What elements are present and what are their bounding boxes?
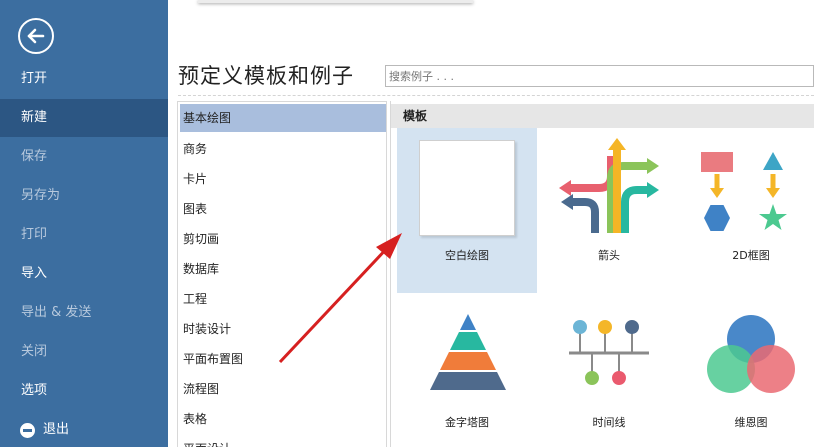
template-blank-drawing[interactable]: 空白绘图	[397, 128, 537, 293]
pyramid-icon	[430, 314, 506, 390]
sidebar-item-exit-label: 退出	[43, 422, 70, 437]
divider	[178, 95, 814, 96]
venn-icon	[707, 315, 795, 393]
sidebar-item-import[interactable]: 导入	[0, 255, 168, 293]
category-item-card[interactable]: 卡片	[180, 165, 386, 193]
sidebar-item-save-as[interactable]: 另存为	[0, 177, 168, 215]
category-item-chart[interactable]: 图表	[180, 195, 386, 223]
category-item-graphic-design[interactable]: 平面设计	[180, 435, 386, 447]
template-label: 维恩图	[734, 416, 768, 429]
sidebar-item-export-send[interactable]: 导出 & 发送	[0, 294, 168, 332]
backstage-sidebar: 打开 新建 保存 另存为 打印 导入 导出 & 发送 关闭 选项 退出	[0, 0, 168, 447]
template-label: 2D框图	[732, 249, 770, 262]
arrows-icon	[559, 138, 659, 233]
template-venn[interactable]: 维恩图	[681, 298, 814, 447]
category-item-flowchart[interactable]: 流程图	[180, 375, 386, 403]
sidebar-item-close[interactable]: 关闭	[0, 333, 168, 371]
templates-panel: 模板 空白绘图 箭头 2D框图 金字塔图 时间线 维恩图	[390, 101, 814, 447]
templates-header: 模板	[391, 104, 814, 128]
template-label: 金字塔图	[445, 416, 489, 429]
exit-icon	[20, 423, 35, 438]
category-item-business[interactable]: 商务	[180, 135, 386, 163]
template-label: 时间线	[592, 416, 626, 429]
template-pyramid[interactable]: 金字塔图	[397, 298, 537, 447]
search-input[interactable]	[385, 65, 814, 87]
category-item-basic-drawing[interactable]: 基本绘图	[180, 104, 386, 132]
sidebar-item-new[interactable]: 新建	[0, 99, 168, 137]
template-2d-block[interactable]: 2D框图	[681, 128, 814, 293]
blank-page-icon	[419, 140, 515, 236]
annotation-arrow-icon	[278, 233, 402, 364]
template-arrows[interactable]: 箭头	[539, 128, 679, 293]
timeline-icon	[569, 320, 649, 385]
sidebar-item-exit[interactable]: 退出	[0, 411, 168, 447]
template-label: 空白绘图	[445, 249, 489, 262]
page-title: 预定义模板和例子	[178, 64, 354, 88]
back-arrow-icon[interactable]	[18, 18, 54, 54]
sidebar-item-print[interactable]: 打印	[0, 216, 168, 254]
sidebar-item-options[interactable]: 选项	[0, 372, 168, 410]
sidebar-item-open[interactable]: 打开	[0, 60, 168, 98]
category-item-table[interactable]: 表格	[180, 405, 386, 433]
2d-block-icon	[701, 152, 787, 231]
overlapping-window-edge	[198, 0, 473, 3]
template-label: 箭头	[598, 249, 620, 262]
sidebar-item-save[interactable]: 保存	[0, 138, 168, 176]
template-timeline[interactable]: 时间线	[539, 298, 679, 447]
